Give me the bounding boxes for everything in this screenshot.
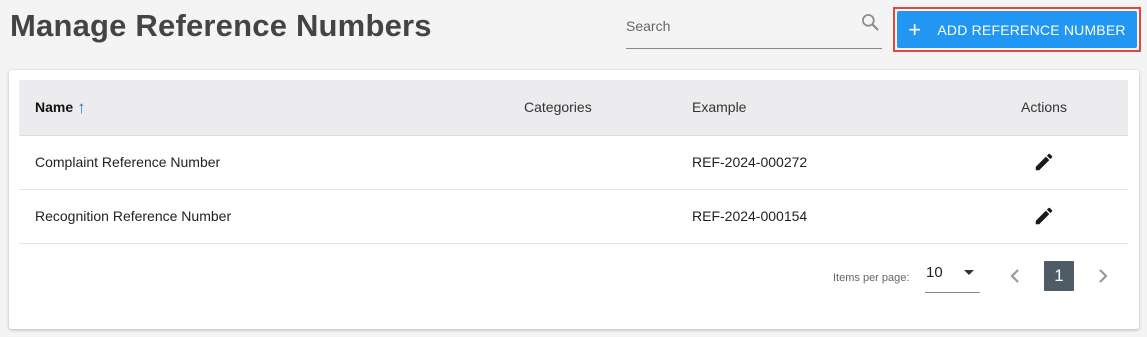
previous-page-chevron-icon[interactable] (1003, 264, 1027, 288)
plus-icon: + (908, 16, 922, 42)
edit-pencil-icon[interactable] (1033, 151, 1055, 173)
cell-example: REF-2024-000272 (692, 154, 808, 170)
paginator: Items per page: 10 1 (9, 260, 1139, 300)
cell-name: Recognition Reference Number (35, 208, 232, 224)
column-header-example[interactable]: Example (685, 80, 990, 136)
column-header-actions: Actions (990, 80, 1128, 136)
items-per-page-select[interactable]: 10 (925, 262, 980, 293)
items-per-page-value: 10 (926, 264, 943, 281)
next-page-chevron-icon[interactable] (1091, 264, 1115, 288)
cell-name: Complaint Reference Number (35, 154, 221, 170)
edit-pencil-icon[interactable] (1033, 205, 1055, 227)
column-header-name[interactable]: Name ↑ (19, 80, 509, 136)
sort-ascending-icon[interactable]: ↑ (77, 98, 86, 117)
column-header-categories[interactable]: Categories (509, 80, 685, 136)
page-button-current[interactable]: 1 (1044, 261, 1074, 291)
search-input[interactable] (626, 14, 846, 38)
dropdown-caret-icon (964, 270, 974, 275)
search-field[interactable] (626, 8, 882, 49)
cell-categories (509, 135, 685, 189)
table-row: Recognition Reference Number REF-2024-00… (19, 189, 1128, 243)
cell-actions (990, 135, 1128, 189)
search-icon[interactable] (860, 12, 880, 32)
add-reference-number-button[interactable]: + ADD REFERENCE NUMBER (897, 11, 1137, 48)
cell-categories (509, 189, 685, 243)
table-header-row: Name ↑ Categories Example Actions (19, 80, 1128, 136)
page-title: Manage Reference Numbers (10, 8, 432, 43)
column-header-name-label: Name (35, 99, 74, 116)
add-button-label: ADD REFERENCE NUMBER (937, 21, 1126, 38)
table-row: Complaint Reference Number REF-2024-0002… (19, 135, 1128, 189)
add-button-highlight: + ADD REFERENCE NUMBER (893, 7, 1141, 52)
cell-example: REF-2024-000154 (692, 208, 808, 224)
items-per-page-label: Items per page: (833, 272, 910, 284)
reference-numbers-table: Name ↑ Categories Example Actions Complai… (19, 80, 1128, 244)
reference-numbers-card: Name ↑ Categories Example Actions Complai… (9, 70, 1139, 329)
cell-actions (990, 189, 1128, 243)
